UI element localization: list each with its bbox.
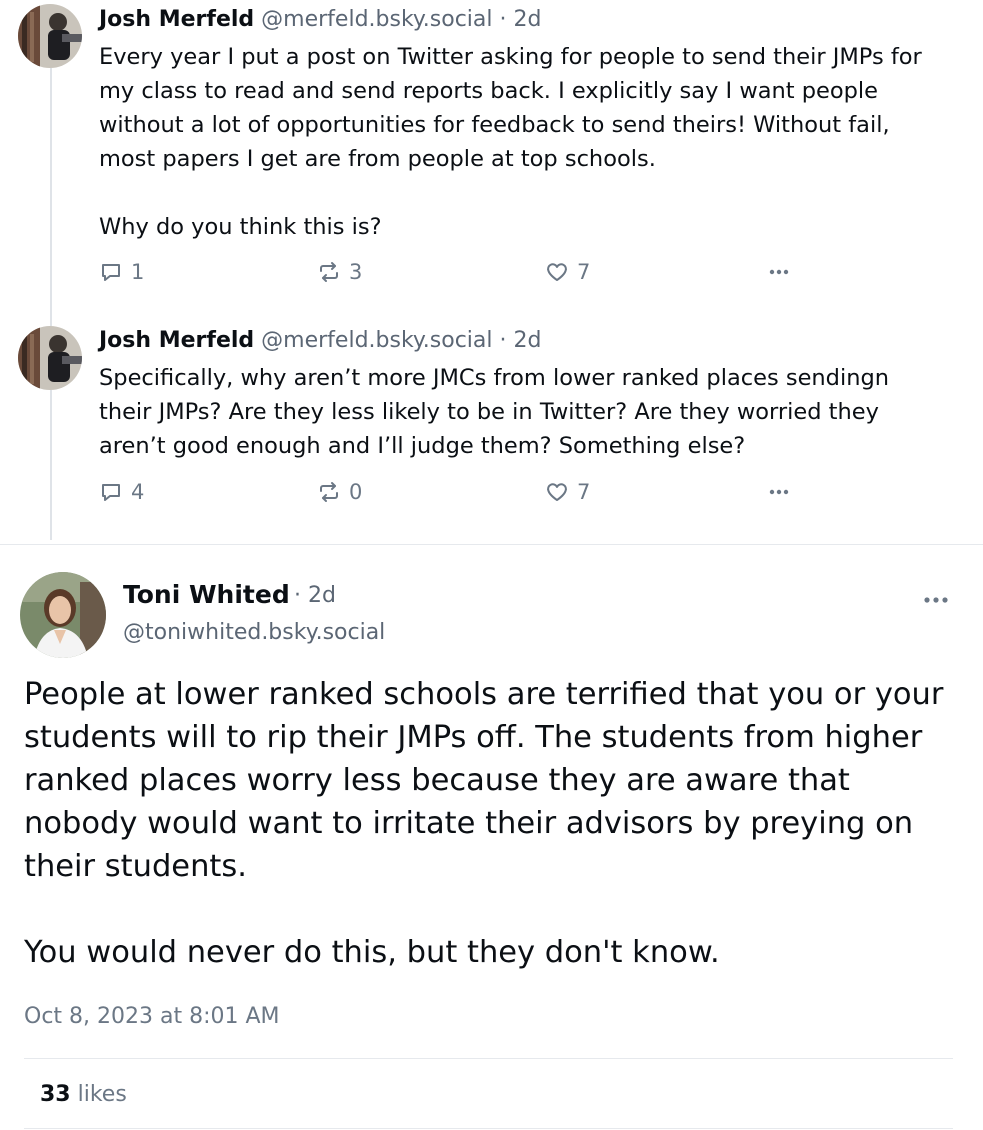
- likes-label: likes: [77, 1082, 127, 1107]
- avatar[interactable]: [18, 326, 82, 390]
- post-text: Specifically, why aren’t more JMCs from …: [99, 361, 943, 463]
- author-name[interactable]: Josh Merfeld: [99, 328, 254, 353]
- post-paragraph: You would never do this, but they don't …: [24, 935, 720, 970]
- more-icon: [769, 489, 789, 495]
- reply-button[interactable]: 1: [99, 260, 144, 284]
- thread-connector: [50, 390, 52, 540]
- reply-icon: [102, 264, 120, 281]
- repost-icon: [320, 262, 338, 282]
- repost-button[interactable]: 0: [317, 480, 362, 504]
- post-paragraph: People at lower ranked schools are terri…: [24, 677, 944, 884]
- post-text: People at lower ranked schools are terri…: [24, 673, 954, 974]
- repost-count: 3: [349, 260, 363, 284]
- like-button[interactable]: 7: [545, 480, 590, 504]
- author-name[interactable]: Toni Whited: [123, 580, 290, 609]
- author-handle[interactable]: @merfeld.bsky.social: [261, 328, 492, 353]
- post-header: Josh Merfeld @merfeld.bsky.social · 2d: [99, 327, 943, 355]
- author-handle[interactable]: @merfeld.bsky.social: [261, 7, 492, 32]
- post-time[interactable]: 2d: [514, 328, 542, 353]
- like-count: 7: [577, 260, 591, 284]
- like-button[interactable]: 7: [545, 260, 590, 284]
- likes-summary[interactable]: 33 likes: [40, 1082, 127, 1107]
- post-text: Every year I put a post on Twitter askin…: [99, 40, 943, 244]
- more-button[interactable]: [767, 480, 791, 504]
- reply-count: 4: [131, 480, 145, 504]
- reply-icon: [102, 484, 120, 501]
- likes-count: 33: [40, 1082, 71, 1107]
- more-icon: [769, 269, 789, 275]
- post-paragraph: Why do you think this is?: [99, 214, 382, 240]
- post-actions: 4 0 7: [99, 480, 819, 510]
- repost-icon: [320, 482, 338, 502]
- post-paragraph: Every year I put a post on Twitter askin…: [99, 44, 922, 172]
- reply-count: 1: [131, 260, 145, 284]
- separator: ·: [499, 7, 507, 32]
- repost-button[interactable]: 3: [317, 260, 362, 284]
- post-time[interactable]: · 2d: [294, 583, 336, 608]
- more-button[interactable]: [767, 260, 791, 284]
- avatar[interactable]: [18, 4, 82, 68]
- post-date[interactable]: Oct 8, 2023 at 8:01 AM: [24, 1004, 280, 1029]
- like-count: 7: [577, 480, 591, 504]
- divider: [24, 1058, 953, 1059]
- separator: ·: [294, 583, 301, 608]
- divider: [0, 544, 983, 545]
- more-button[interactable]: [921, 588, 951, 616]
- author-name[interactable]: Josh Merfeld: [99, 7, 254, 32]
- divider: [24, 1128, 953, 1129]
- post-actions: 1 3 7: [99, 260, 819, 290]
- heart-icon: [547, 263, 567, 281]
- post-time-text: 2d: [308, 583, 336, 608]
- post-time[interactable]: 2d: [514, 7, 542, 32]
- author-handle[interactable]: @toniwhited.bsky.social: [123, 620, 385, 645]
- separator: ·: [499, 328, 507, 353]
- heart-icon: [547, 483, 567, 501]
- repost-count: 0: [349, 480, 363, 504]
- post-header: Josh Merfeld @merfeld.bsky.social · 2d: [99, 6, 943, 34]
- reply-button[interactable]: 4: [99, 480, 144, 504]
- thread-connector: [50, 68, 52, 326]
- more-icon: [924, 597, 948, 603]
- post-paragraph: Specifically, why aren’t more JMCs from …: [99, 365, 890, 459]
- avatar[interactable]: [20, 572, 106, 658]
